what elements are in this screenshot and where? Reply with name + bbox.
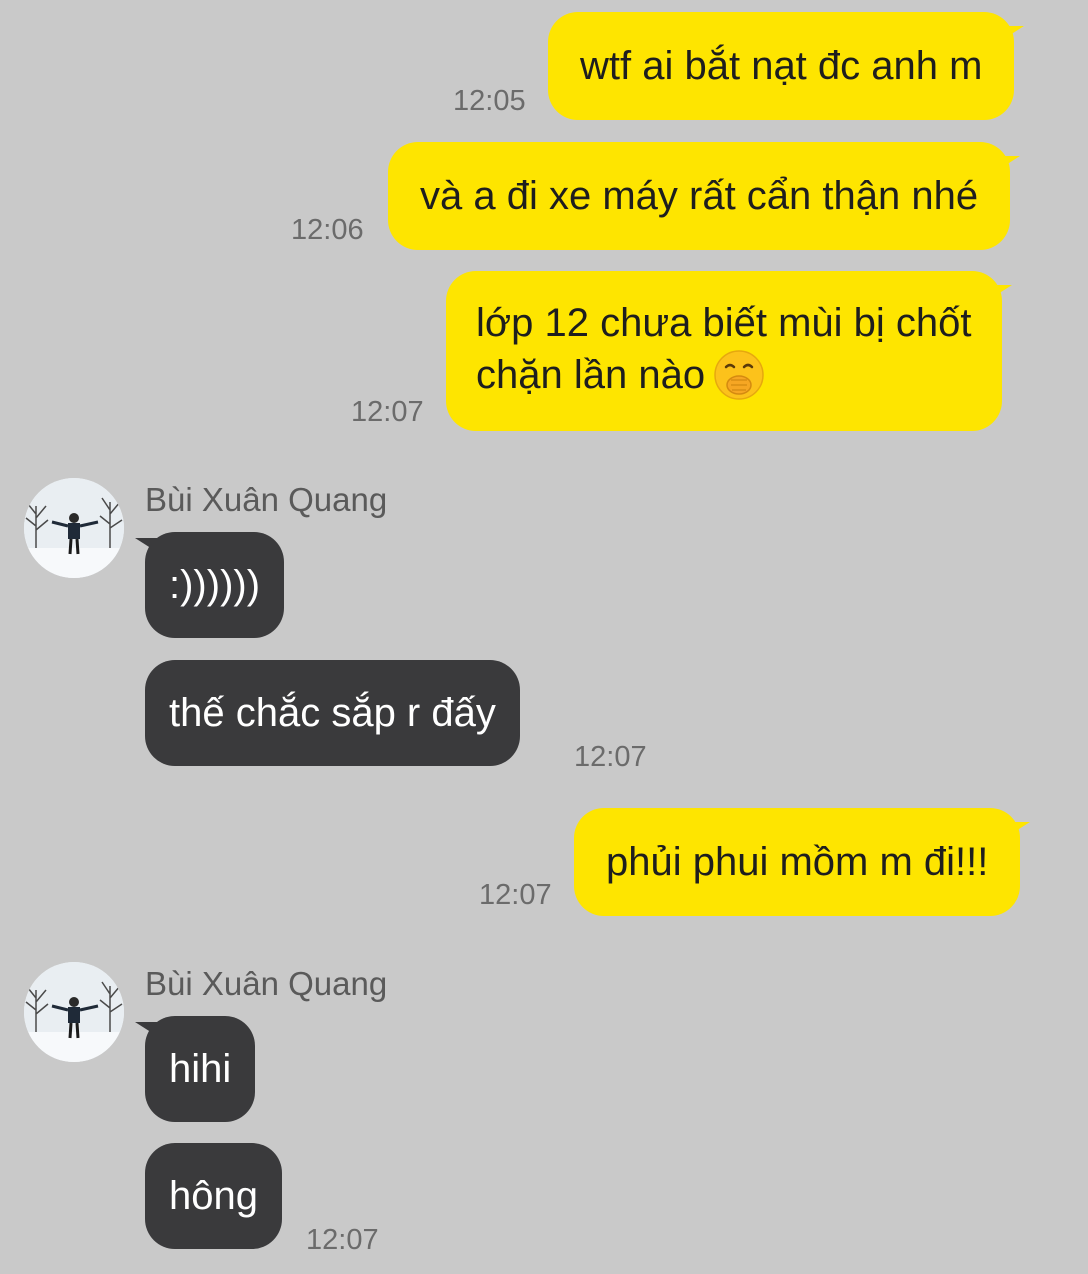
message-timestamp: 12:06	[291, 214, 364, 246]
message-text-line: chặn lần nào	[476, 353, 706, 397]
incoming-message-bubble[interactable]: thế chắc sắp r đấy	[145, 660, 520, 766]
message-timestamp: 12:07	[479, 879, 552, 911]
outgoing-message-bubble[interactable]: phủi phui mồm m đi!!!	[574, 808, 1031, 916]
sender-name: Bùi Xuân Quang	[145, 481, 388, 518]
message-text-line-with-emoji: chặn lần nào	[476, 349, 972, 401]
incoming-message-bubble[interactable]: hihi	[134, 1016, 256, 1122]
incoming-message-bubble[interactable]: :))))))	[134, 532, 285, 638]
message-timestamp: 12:05	[453, 85, 526, 117]
message-text: hông	[169, 1174, 258, 1218]
message-timestamp: 12:07	[574, 741, 647, 773]
message-text: hihi	[169, 1047, 232, 1091]
message-text: và a đi xe máy rất cẩn thận nhé	[420, 174, 979, 218]
message-text: wtf ai bắt nạt đc anh m	[580, 44, 983, 88]
outgoing-message-bubble[interactable]: và a đi xe máy rất cẩn thận nhé	[388, 142, 1021, 250]
sender-name: Bùi Xuân Quang	[145, 965, 388, 1002]
message-text: :))))))	[169, 563, 261, 607]
outgoing-message-bubble[interactable]: wtf ai bắt nạt đc anh m	[548, 12, 1025, 120]
message-timestamp: 12:07	[351, 396, 424, 428]
outgoing-message-bubble[interactable]: lớp 12 chưa biết mùi bị chốt chặn lần nà…	[446, 271, 1011, 431]
avatar[interactable]	[24, 478, 124, 578]
message-text: thế chắc sắp r đấy	[169, 691, 496, 735]
message-text: phủi phui mồm m đi!!!	[606, 840, 989, 884]
incoming-message-bubble[interactable]: hông	[145, 1143, 282, 1249]
face-with-hand-over-mouth-icon	[713, 349, 765, 401]
message-timestamp: 12:07	[306, 1224, 379, 1256]
avatar[interactable]	[24, 962, 124, 1062]
message-text-line: lớp 12 chưa biết mùi bị chốt	[476, 301, 972, 345]
